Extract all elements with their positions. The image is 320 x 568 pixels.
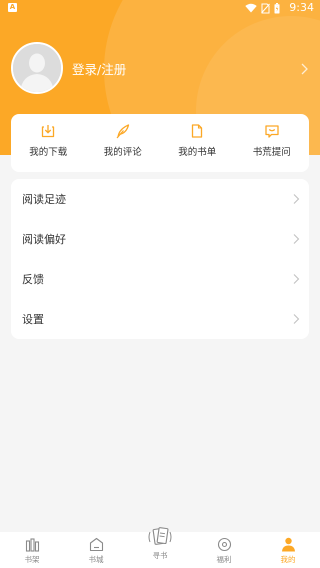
bottom-nav: 书架 书城 寻书 福利 我的 bbox=[0, 527, 320, 568]
my-booklist-label: 我的书单 bbox=[178, 147, 217, 158]
login-register-link[interactable]: 登录/注册 bbox=[72, 62, 126, 77]
user-icon bbox=[281, 537, 295, 552]
status-bar: A 9:34 bbox=[0, 0, 320, 16]
menu-item-label: 反馈 bbox=[22, 273, 44, 286]
wifi-icon bbox=[245, 3, 257, 13]
battery-icon bbox=[274, 2, 280, 14]
login-row[interactable]: 登录/注册 bbox=[0, 38, 320, 98]
settings-menu: 阅读足迹 阅读偏好 反馈 设置 bbox=[11, 179, 309, 339]
my-comments-button[interactable]: 我的评论 bbox=[86, 114, 161, 172]
quick-actions-card: 我的下载 我的评论 我的书单 书荒提问 bbox=[11, 114, 309, 172]
menu-item-label: 设置 bbox=[22, 313, 44, 326]
reading-history-item[interactable]: 阅读足迹 bbox=[11, 179, 309, 219]
find-book-icon bbox=[148, 527, 172, 545]
feather-pen-icon bbox=[116, 124, 129, 139]
chat-bubble-icon bbox=[265, 125, 279, 138]
download-icon bbox=[42, 125, 55, 138]
tab-label: 我的 bbox=[280, 555, 296, 564]
reading-preferences-item[interactable]: 阅读偏好 bbox=[11, 219, 309, 259]
tab-bookshelf[interactable]: 书架 bbox=[0, 532, 64, 568]
my-downloads-button[interactable]: 我的下载 bbox=[11, 114, 86, 172]
chevron-right-icon bbox=[293, 314, 300, 324]
tab-find-book[interactable]: 寻书 bbox=[128, 526, 192, 568]
chevron-right-icon bbox=[293, 274, 300, 284]
app-badge-icon: A bbox=[8, 3, 17, 12]
chevron-right-icon bbox=[293, 234, 300, 244]
book-request-label: 书荒提问 bbox=[252, 147, 291, 158]
tab-label: 寻书 bbox=[152, 551, 168, 560]
coin-icon bbox=[217, 537, 231, 552]
my-booklist-button[interactable]: 我的书单 bbox=[160, 114, 235, 172]
document-icon bbox=[192, 124, 203, 138]
no-sim-icon bbox=[261, 3, 270, 13]
store-icon bbox=[89, 537, 103, 552]
tab-label: 书架 bbox=[24, 555, 40, 564]
bookshelf-icon bbox=[25, 538, 39, 552]
tab-mine[interactable]: 我的 bbox=[256, 532, 320, 568]
book-request-button[interactable]: 书荒提问 bbox=[235, 114, 310, 172]
my-downloads-label: 我的下载 bbox=[29, 147, 68, 158]
default-avatar-icon bbox=[13, 44, 61, 92]
menu-item-label: 阅读足迹 bbox=[22, 193, 66, 206]
tab-label: 书城 bbox=[88, 555, 104, 564]
settings-item[interactable]: 设置 bbox=[11, 299, 309, 339]
feedback-item[interactable]: 反馈 bbox=[11, 259, 309, 299]
tab-rewards[interactable]: 福利 bbox=[192, 532, 256, 568]
my-comments-label: 我的评论 bbox=[103, 147, 142, 158]
system-icons bbox=[245, 2, 280, 14]
tab-bookstore[interactable]: 书城 bbox=[64, 532, 128, 568]
status-time: 9:34 bbox=[289, 1, 314, 14]
chevron-right-icon bbox=[293, 194, 300, 204]
menu-item-label: 阅读偏好 bbox=[22, 233, 66, 246]
avatar[interactable] bbox=[11, 42, 63, 94]
tab-label: 福利 bbox=[216, 555, 232, 564]
chevron-right-icon bbox=[301, 63, 308, 75]
